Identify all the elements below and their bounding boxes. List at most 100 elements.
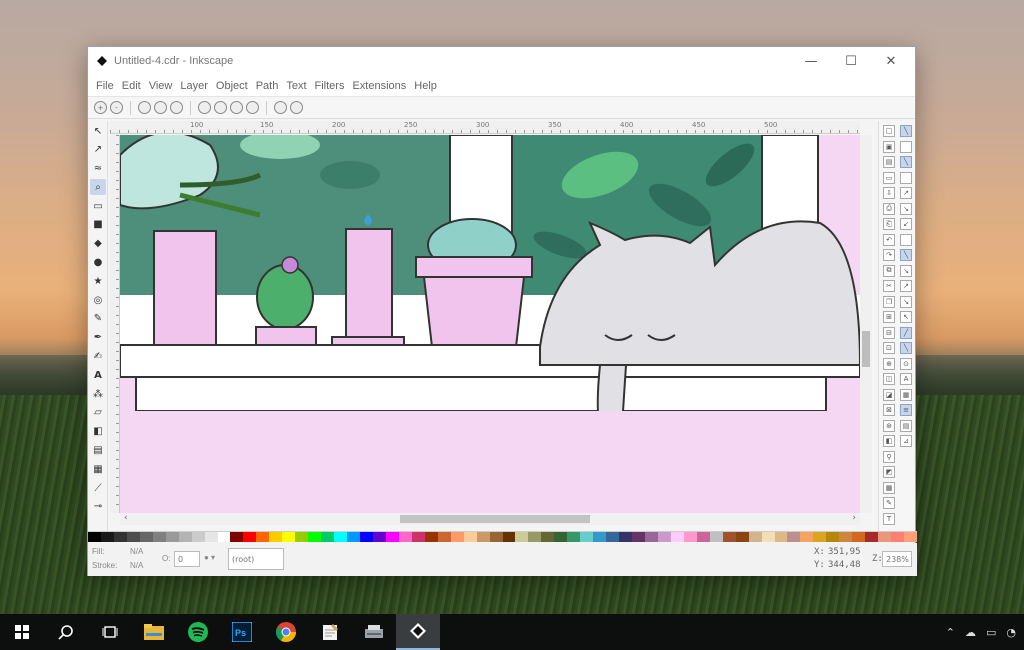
command-button-icon[interactable]: T — [883, 512, 895, 525]
close-button[interactable]: ✕ — [871, 47, 911, 75]
zoom-selection-icon[interactable] — [198, 101, 211, 114]
palette-swatch[interactable] — [722, 532, 736, 542]
zoom-next-icon[interactable] — [290, 101, 303, 114]
command-button-icon[interactable]: ◩ — [883, 466, 895, 478]
palette-swatch[interactable] — [632, 532, 645, 542]
vertical-ruler[interactable] — [110, 135, 120, 513]
mesh-icon[interactable]: ▦ — [90, 461, 106, 477]
palette-swatch[interactable] — [748, 532, 762, 542]
notepad-icon[interactable] — [308, 614, 352, 650]
command-button-icon[interactable]: ↶ — [883, 233, 895, 246]
palette-swatch[interactable] — [113, 532, 127, 542]
menu-extensions[interactable]: Extensions — [348, 80, 410, 92]
command-button-icon[interactable]: ▭ — [883, 171, 895, 184]
palette-swatch[interactable] — [657, 532, 671, 542]
cloud-icon[interactable]: ☁ — [965, 626, 976, 639]
inkscape-icon[interactable] — [396, 614, 440, 650]
palette-swatch[interactable] — [554, 532, 568, 542]
palette-swatch[interactable] — [424, 532, 438, 542]
palette-swatch[interactable] — [813, 532, 827, 542]
snap-toggle-icon[interactable]: ↘ — [900, 202, 912, 215]
command-button-icon[interactable]: ⊟ — [883, 326, 895, 339]
snap-toggle-icon[interactable]: ↘ — [900, 264, 912, 277]
palette-swatch[interactable] — [360, 532, 373, 542]
palette-swatch[interactable] — [100, 532, 114, 542]
command-button-icon[interactable]: ◫ — [883, 373, 895, 385]
vertical-scroll-thumb[interactable] — [862, 331, 870, 367]
palette-swatch[interactable] — [204, 532, 218, 542]
palette-swatch[interactable] — [761, 532, 775, 542]
ellipse-icon[interactable]: ● — [90, 255, 106, 271]
palette-swatch[interactable] — [580, 532, 594, 542]
snap-toggle-icon[interactable]: ⊙ — [900, 357, 912, 370]
maximize-button[interactable]: ☐ — [831, 47, 871, 75]
palette-swatch[interactable] — [774, 532, 788, 542]
task-view-icon[interactable] — [88, 614, 132, 650]
color-palette[interactable] — [88, 531, 917, 542]
snap-toggle-icon[interactable]: ↗ — [900, 187, 912, 199]
calligraphy-icon[interactable]: ✍ — [90, 349, 106, 365]
command-button-icon[interactable]: ⊞ — [883, 311, 895, 323]
command-button-icon[interactable]: ⧉ — [883, 264, 895, 277]
palette-swatch[interactable] — [709, 532, 723, 542]
palette-swatch[interactable] — [191, 532, 205, 542]
layer-dropdown[interactable]: (root) — [228, 548, 284, 570]
palette-swatch[interactable] — [800, 532, 814, 542]
palette-swatch[interactable] — [295, 532, 309, 542]
palette-swatch[interactable] — [450, 532, 464, 542]
palette-swatch[interactable] — [735, 532, 749, 542]
menu-view[interactable]: View — [145, 80, 177, 92]
menu-edit[interactable]: Edit — [118, 80, 145, 92]
palette-swatch[interactable] — [515, 532, 529, 542]
command-button-icon[interactable]: ▦ — [883, 481, 895, 494]
command-button-icon[interactable]: ⎗ — [883, 218, 895, 230]
rect-icon[interactable]: ■ — [90, 217, 106, 233]
palette-swatch[interactable] — [476, 532, 490, 542]
menu-object[interactable]: Object — [212, 80, 252, 92]
snap-toggle-icon[interactable]: ╲ — [900, 125, 912, 137]
menu-layer[interactable]: Layer — [176, 80, 212, 92]
zoom-1to1-icon[interactable] — [138, 101, 151, 114]
palette-swatch[interactable] — [308, 532, 322, 542]
snap-toggle-icon[interactable] — [900, 140, 912, 153]
horizontal-scroll-thumb[interactable] — [400, 515, 590, 523]
snap-toggle-icon[interactable]: ↗ — [900, 280, 912, 292]
3dbox-icon[interactable]: ◆ — [90, 236, 106, 252]
zoom-prev-icon[interactable] — [274, 101, 287, 114]
windows-start-icon[interactable] — [0, 614, 44, 650]
palette-swatch[interactable] — [178, 532, 192, 542]
palette-swatch[interactable] — [152, 532, 166, 542]
snap-toggle-icon[interactable]: ╲ — [900, 156, 912, 168]
fill-value[interactable]: N/A — [130, 547, 143, 556]
palette-swatch[interactable] — [437, 532, 451, 542]
menu-text[interactable]: Text — [282, 80, 310, 92]
command-button-icon[interactable]: ⚲ — [883, 450, 895, 463]
wifi-icon[interactable]: ◔ — [1006, 626, 1016, 639]
palette-swatch[interactable] — [217, 532, 231, 542]
palette-swatch[interactable] — [321, 532, 335, 542]
palette-swatch[interactable] — [528, 532, 542, 542]
snap-toggle-icon[interactable]: ↘ — [900, 295, 912, 308]
palette-swatch[interactable] — [126, 532, 140, 542]
snap-toggle-icon[interactable]: ↙ — [900, 218, 912, 230]
palette-swatch[interactable] — [787, 532, 801, 542]
tweak-icon[interactable]: ≈ — [90, 161, 106, 177]
command-button-icon[interactable]: ↷ — [883, 249, 895, 261]
stroke-value[interactable]: N/A — [130, 561, 143, 570]
palette-swatch[interactable] — [398, 532, 412, 542]
snap-toggle-icon[interactable] — [900, 171, 912, 184]
palette-swatch[interactable] — [269, 532, 283, 542]
opacity-field[interactable]: 0 — [174, 551, 200, 567]
command-button-icon[interactable]: ▤ — [883, 156, 895, 168]
command-button-icon[interactable]: ⊕ — [883, 357, 895, 370]
chrome-icon[interactable] — [264, 614, 308, 650]
scanner-icon[interactable] — [352, 614, 396, 650]
palette-swatch[interactable] — [891, 532, 905, 542]
palette-swatch[interactable] — [489, 532, 503, 542]
palette-swatch[interactable] — [619, 532, 633, 542]
horizontal-ruler[interactable]: 100 150 200 250 300 350 400 450 500 — [110, 121, 860, 134]
command-button-icon[interactable]: □ — [883, 125, 895, 137]
palette-swatch[interactable] — [282, 532, 296, 542]
zoom-in-icon[interactable]: + — [94, 101, 107, 114]
palette-swatch[interactable] — [463, 532, 477, 542]
